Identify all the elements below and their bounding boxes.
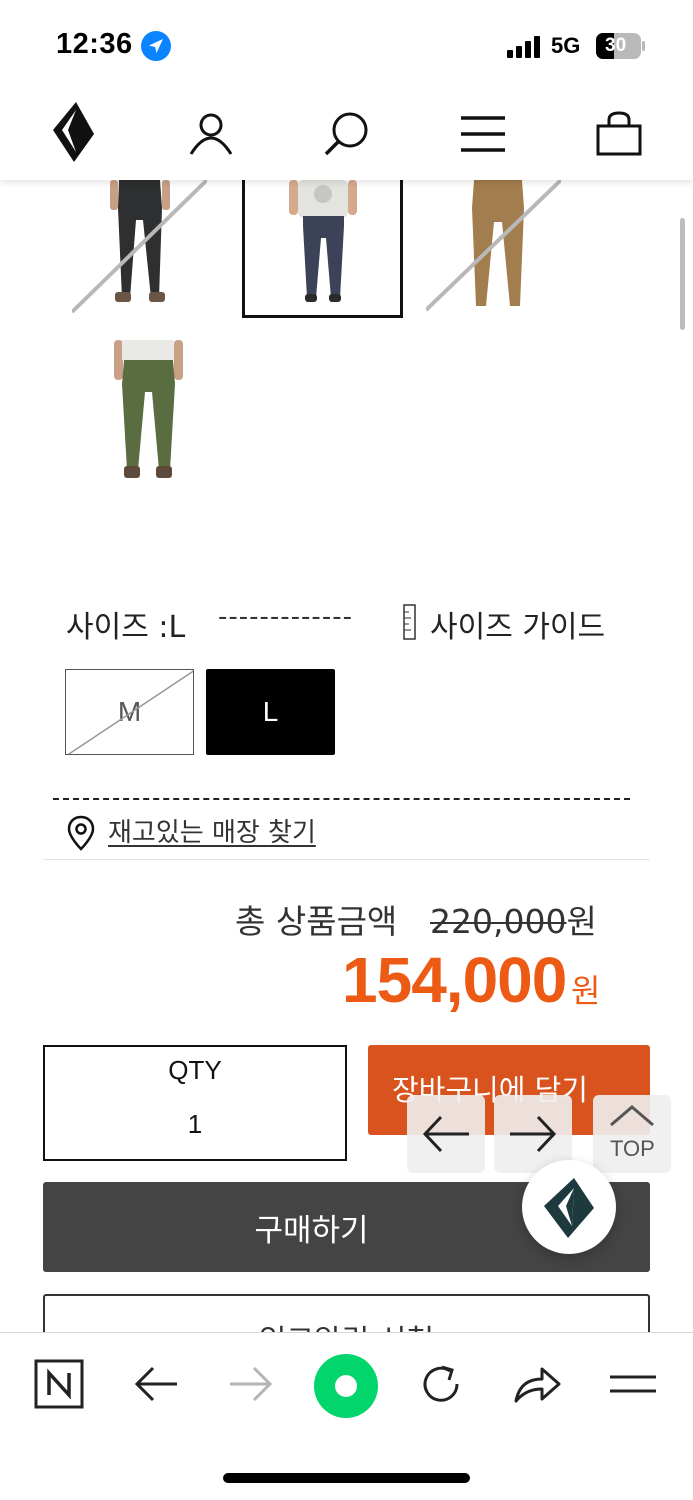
status-bar: 12:36 5G 30: [0, 0, 693, 90]
olive-pants-image: [114, 340, 183, 478]
share-icon[interactable]: [512, 1359, 562, 1409]
navy-pants-image: [289, 180, 357, 302]
find-store-link[interactable]: 재고있는 매장 찾기: [108, 812, 316, 849]
scroll-top-label: TOP: [610, 1136, 655, 1161]
naver-n-icon[interactable]: [34, 1359, 84, 1409]
original-price-unit: 원: [566, 902, 597, 941]
reload-icon[interactable]: [416, 1359, 466, 1409]
brand-logo-icon: [544, 1178, 594, 1238]
size-option-m[interactable]: M: [65, 669, 194, 755]
location-pin-icon: [67, 815, 95, 851]
total-price-label: 총 상품금액: [235, 902, 398, 941]
left-arrow-icon: [422, 1115, 469, 1153]
sold-out-slash: [72, 180, 207, 314]
size-option-label: L: [262, 696, 279, 727]
swatch-olive-pants[interactable]: [72, 340, 207, 490]
ruler-icon[interactable]: [402, 604, 418, 640]
site-header: [0, 90, 693, 180]
size-guide-link[interactable]: 사이즈 가이드: [430, 602, 605, 646]
menu-icon[interactable]: [608, 1359, 658, 1409]
sold-out-slash: [426, 180, 561, 312]
size-option-l[interactable]: L: [206, 669, 335, 755]
cellular-signal-icon: [507, 36, 540, 58]
size-label: 사이즈 :L: [66, 610, 186, 645]
account-icon[interactable]: [186, 110, 236, 160]
qty-value[interactable]: 1: [45, 1109, 345, 1140]
menu-icon[interactable]: [458, 110, 508, 160]
divider: [43, 859, 650, 860]
chevron-up-icon: [610, 1105, 654, 1127]
prev-page-button[interactable]: [407, 1095, 485, 1173]
sale-price: 154,000: [342, 944, 567, 1016]
qty-label: QTY: [168, 1055, 222, 1085]
swatch-khaki-pants[interactable]: [426, 180, 561, 315]
back-arrow-icon[interactable]: [131, 1359, 181, 1409]
sale-price-unit: 원: [571, 972, 601, 1010]
swatch-navy-pants[interactable]: [242, 180, 403, 318]
browser-toolbar: [0, 1332, 693, 1500]
original-price: 220,000원: [430, 895, 597, 943]
home-indicator[interactable]: [223, 1473, 470, 1483]
status-time: 12:36: [56, 28, 133, 60]
search-icon[interactable]: [322, 110, 372, 160]
battery-level: 30: [605, 35, 627, 56]
brand-floating-button[interactable]: [522, 1160, 616, 1254]
size-separator: -------------: [218, 602, 353, 632]
network-type: 5G: [551, 33, 581, 58]
page-scrollbar[interactable]: [680, 218, 685, 330]
swatch-black-pants[interactable]: [72, 180, 207, 315]
unavailable-slash: [67, 670, 193, 754]
green-home-icon[interactable]: [314, 1354, 378, 1418]
forward-arrow-icon[interactable]: [226, 1359, 276, 1409]
quantity-selector[interactable]: QTY 1: [43, 1045, 347, 1161]
brand-logo-icon[interactable]: [50, 102, 96, 164]
location-arrow-icon: [141, 31, 171, 61]
section-divider: [53, 798, 630, 800]
shopping-bag-icon[interactable]: [594, 110, 644, 160]
original-price-value: 220,000: [430, 902, 567, 941]
